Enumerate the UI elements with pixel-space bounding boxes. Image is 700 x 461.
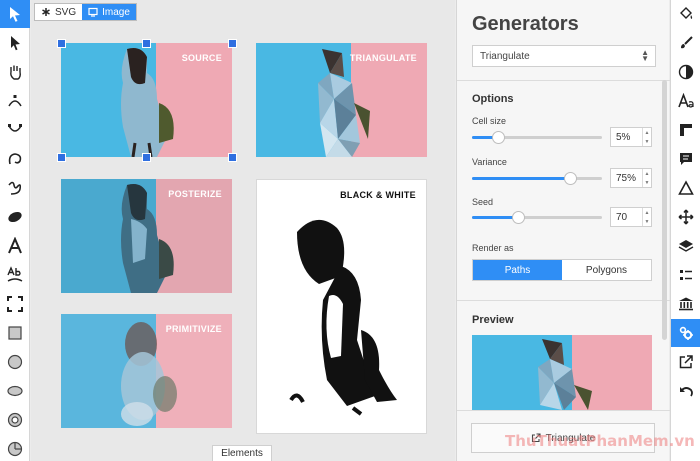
- divider: [457, 80, 670, 81]
- freehand-tool-icon[interactable]: [0, 174, 30, 202]
- frame-tool-icon[interactable]: [0, 290, 30, 318]
- render-as-label: Render as: [472, 243, 514, 253]
- monitor-icon: [88, 7, 98, 17]
- text-tool-icon[interactable]: [0, 232, 30, 260]
- left-toolbar: [0, 0, 30, 461]
- pie-tool-icon[interactable]: [0, 435, 30, 461]
- polygons-option[interactable]: Polygons: [562, 260, 651, 280]
- cell-size-slider-knob[interactable]: [492, 131, 505, 144]
- cell-size-label: Cell size: [472, 116, 507, 126]
- resize-handle-top[interactable]: [142, 39, 151, 48]
- cell-size-slider[interactable]: [472, 131, 602, 144]
- seed-slider-knob[interactable]: [511, 211, 525, 224]
- seed-slider[interactable]: [472, 211, 602, 224]
- source-label: SOURCE: [181, 53, 222, 63]
- view-toggle: SVG Image: [34, 3, 137, 21]
- seed-label: Seed: [472, 197, 494, 207]
- preview-image: [472, 335, 652, 410]
- ruler-icon[interactable]: [671, 116, 700, 144]
- primitivize-label: PRIMITIVIZE: [165, 324, 222, 334]
- black-white-image-card[interactable]: BLACK & WHITE: [256, 179, 427, 434]
- triangle-icon[interactable]: [671, 174, 700, 202]
- image-view-label: Image: [102, 6, 130, 18]
- variance-slider-fill: [472, 177, 570, 180]
- hand-tool-icon[interactable]: [0, 58, 30, 86]
- list-icon[interactable]: [671, 261, 700, 289]
- cell-size-input[interactable]: 5% ▲ ▼: [610, 127, 652, 147]
- stepper-icon[interactable]: ▲ ▼: [642, 128, 651, 146]
- canvas-area[interactable]: SVG Image SOURCE TRIANGULATE POSTERIZE B…: [31, 0, 455, 461]
- elements-tab[interactable]: Elements: [212, 445, 272, 461]
- resize-handle-top-left[interactable]: [57, 39, 66, 48]
- svg-view-button[interactable]: SVG: [35, 4, 82, 20]
- black-white-label: BLACK & WHITE: [340, 190, 416, 200]
- triangulate-image-card[interactable]: TRIANGULATE: [256, 43, 427, 157]
- divider: [457, 410, 670, 411]
- ring-tool-icon[interactable]: [0, 406, 30, 434]
- generator-select-value: Triangulate: [480, 50, 530, 62]
- asterisk-icon: [42, 8, 50, 16]
- generators-gear-icon[interactable]: [671, 319, 700, 347]
- variance-label: Variance: [472, 157, 507, 167]
- loop-tool-icon[interactable]: [0, 145, 30, 173]
- resize-handle-top-right[interactable]: [228, 39, 237, 48]
- export-icon[interactable]: [671, 348, 700, 376]
- black-white-photo: [289, 219, 397, 416]
- resize-handle-bottom-left[interactable]: [57, 153, 66, 162]
- render-as-toggle: Paths Polygons: [472, 259, 652, 281]
- variance-slider-knob[interactable]: [563, 172, 577, 185]
- generators-panel: Generators Triangulate ▲ ▼ Options Cell s…: [456, 0, 670, 461]
- generator-select[interactable]: Triangulate ▲ ▼: [472, 45, 656, 67]
- posterize-image-card[interactable]: POSTERIZE: [61, 179, 232, 293]
- updown-chevron-icon: ▲ ▼: [641, 48, 649, 63]
- stepper-icon[interactable]: ▲ ▼: [642, 208, 651, 226]
- panel-scrollbar[interactable]: [662, 80, 667, 340]
- curve-tool-icon[interactable]: [0, 116, 30, 144]
- node-tool-icon[interactable]: [0, 87, 30, 115]
- watermark: ThuThuatPhanMem.vn: [505, 432, 695, 450]
- paths-option[interactable]: Paths: [473, 260, 562, 280]
- move-icon[interactable]: [671, 203, 700, 231]
- circle-tool-icon[interactable]: [0, 348, 30, 376]
- ellipse-tool-icon[interactable]: [0, 377, 30, 405]
- direct-select-tool-icon[interactable]: [0, 29, 30, 57]
- options-title: Options: [472, 93, 514, 105]
- variance-value: 75%: [616, 172, 637, 184]
- resize-handle-bottom-right[interactable]: [228, 153, 237, 162]
- undo-icon[interactable]: [671, 377, 700, 405]
- variance-input[interactable]: 75% ▲ ▼: [610, 168, 652, 188]
- variance-slider[interactable]: [472, 172, 602, 185]
- layers-icon[interactable]: [671, 232, 700, 260]
- seed-input[interactable]: 70 ▲ ▼: [610, 207, 652, 227]
- preview-title: Preview: [472, 314, 514, 326]
- divider: [457, 300, 670, 301]
- paint-bucket-icon[interactable]: [671, 0, 700, 28]
- svg-view-label: SVG: [55, 6, 77, 18]
- preview-photo: [472, 335, 652, 410]
- rectangle-tool-icon[interactable]: [0, 319, 30, 347]
- posterize-label: POSTERIZE: [168, 189, 222, 199]
- seed-value: 70: [616, 211, 628, 223]
- seed-slider-fill: [472, 216, 518, 219]
- text-path-tool-icon[interactable]: [0, 261, 30, 289]
- triangulate-label: TRIANGULATE: [349, 53, 417, 63]
- cell-size-value: 5%: [616, 131, 631, 143]
- image-view-button[interactable]: Image: [82, 4, 136, 20]
- right-icon-bar: [670, 0, 700, 461]
- primitivize-image-card[interactable]: PRIMITIVIZE: [61, 314, 232, 428]
- blob-tool-icon[interactable]: [0, 203, 30, 231]
- stepper-icon[interactable]: ▲ ▼: [642, 169, 651, 187]
- library-icon[interactable]: [671, 290, 700, 318]
- resize-handle-bottom[interactable]: [142, 153, 151, 162]
- panel-title: Generators: [472, 13, 579, 35]
- source-image-card[interactable]: SOURCE: [61, 43, 232, 157]
- comment-icon[interactable]: [671, 145, 700, 173]
- contrast-icon[interactable]: [671, 58, 700, 86]
- typography-icon[interactable]: [671, 87, 700, 115]
- select-tool-icon[interactable]: [0, 0, 30, 28]
- app-window: SVG Image SOURCE TRIANGULATE POSTERIZE B…: [0, 0, 700, 461]
- brush-icon[interactable]: [671, 29, 700, 57]
